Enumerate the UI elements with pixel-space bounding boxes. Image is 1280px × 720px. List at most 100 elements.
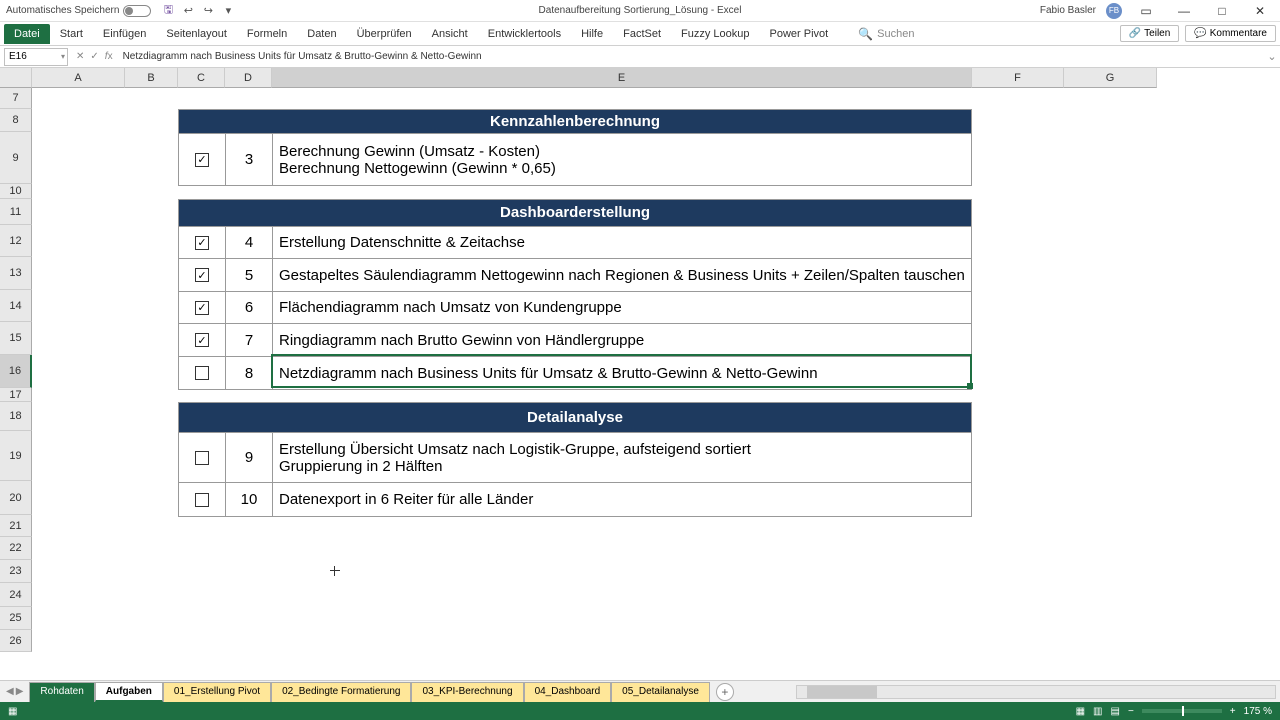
task-number: 5 (226, 259, 273, 291)
add-sheet-button[interactable]: + (716, 683, 734, 701)
ribbon-display-icon[interactable]: ▭ (1132, 2, 1160, 20)
zoom-in-icon[interactable]: + (1230, 706, 1236, 717)
task-checkbox[interactable] (195, 493, 209, 507)
tab-next-icon[interactable]: ▶ (16, 686, 24, 697)
task-checkbox[interactable] (195, 451, 209, 465)
ribbon-tab-power pivot[interactable]: Power Pivot (760, 24, 839, 44)
view-normal-icon[interactable]: ▦ (1076, 706, 1085, 717)
row-header-17[interactable]: 17 (0, 388, 32, 402)
name-box[interactable]: E16 (4, 48, 68, 66)
status-bar: ▦ ▦ ▥ ▤ − + 175 % (0, 702, 1280, 720)
task-checkbox[interactable]: ✓ (195, 268, 209, 282)
row-header-12[interactable]: 12 (0, 225, 32, 257)
row-header-20[interactable]: 20 (0, 481, 32, 515)
sheet-tab-bar: ◀▶ RohdatenAufgaben01_Erstellung Pivot02… (0, 680, 1280, 702)
status-ready-icon: ▦ (8, 706, 17, 717)
row-header-16[interactable]: 16 (0, 355, 32, 388)
zoom-level[interactable]: 175 % (1244, 706, 1272, 717)
row-header-8[interactable]: 8 (0, 109, 32, 132)
cancel-formula-icon[interactable]: ✕ (76, 51, 84, 62)
expand-formula-icon[interactable]: ⌄ (1264, 50, 1280, 63)
task-number: 8 (226, 357, 273, 389)
ribbon-tab-formeln[interactable]: Formeln (237, 24, 297, 44)
ribbon-tab-einfügen[interactable]: Einfügen (93, 24, 156, 44)
qat-dropdown-icon[interactable]: ▾ (221, 4, 235, 18)
column-header-D[interactable]: D (225, 68, 272, 88)
task-row: 10Datenexport in 6 Reiter für alle Lände… (179, 482, 971, 516)
ribbon-tab-fuzzy lookup[interactable]: Fuzzy Lookup (671, 24, 759, 44)
row-header-13[interactable]: 13 (0, 257, 32, 290)
select-all-corner[interactable] (0, 68, 32, 88)
undo-icon[interactable]: ↩ (181, 4, 195, 18)
task-checkbox[interactable]: ✓ (195, 236, 209, 250)
sheet-tab-03-kpi-berechnung[interactable]: 03_KPI-Berechnung (411, 682, 523, 702)
ribbon-tab-factset[interactable]: FactSet (613, 24, 671, 44)
sheet-tab-aufgaben[interactable]: Aufgaben (95, 682, 163, 702)
formula-input[interactable]: Netzdiagramm nach Business Units für Ums… (121, 51, 1264, 62)
row-header-26[interactable]: 26 (0, 630, 32, 652)
row-header-18[interactable]: 18 (0, 402, 32, 431)
maximize-icon[interactable]: □ (1208, 2, 1236, 20)
task-description: Flächendiagramm nach Umsatz von Kundengr… (273, 292, 971, 323)
row-header-22[interactable]: 22 (0, 537, 32, 560)
toggle-switch[interactable] (123, 5, 151, 17)
comments-button[interactable]: 💬Kommentare (1185, 25, 1276, 42)
column-header-E[interactable]: E (272, 68, 972, 88)
column-header-F[interactable]: F (972, 68, 1064, 88)
tab-prev-icon[interactable]: ◀ (6, 686, 14, 697)
save-icon[interactable]: 🖫 (161, 4, 175, 18)
column-header-C[interactable]: C (178, 68, 225, 88)
row-header-14[interactable]: 14 (0, 290, 32, 322)
task-checkbox[interactable]: ✓ (195, 333, 209, 347)
zoom-out-icon[interactable]: − (1128, 706, 1134, 717)
tab-nav[interactable]: ◀▶ (0, 686, 29, 697)
row-header-15[interactable]: 15 (0, 322, 32, 355)
worksheet[interactable]: ABCDEFG 78910111213141516171819202122232… (0, 68, 1280, 680)
avatar[interactable]: FB (1106, 3, 1122, 19)
ribbon-tab-file[interactable]: Datei (4, 24, 50, 44)
search-box[interactable]: 🔍 Suchen (858, 27, 914, 41)
sheet-tab-04-dashboard[interactable]: 04_Dashboard (524, 682, 612, 702)
ribbon-tab-hilfe[interactable]: Hilfe (571, 24, 613, 44)
column-header-A[interactable]: A (32, 68, 125, 88)
close-icon[interactable]: ✕ (1246, 2, 1274, 20)
column-header-B[interactable]: B (125, 68, 178, 88)
view-pagebreak-icon[interactable]: ▤ (1111, 706, 1120, 717)
row-header-9[interactable]: 9 (0, 132, 32, 184)
row-header-11[interactable]: 11 (0, 199, 32, 225)
task-checkbox[interactable] (195, 366, 209, 380)
sheet-tab-05-detailanalyse[interactable]: 05_Detailanalyse (611, 682, 710, 702)
ribbon-tab-überprüfen[interactable]: Überprüfen (347, 24, 422, 44)
task-number: 9 (226, 433, 273, 482)
sheet-tab-rohdaten[interactable]: Rohdaten (29, 682, 94, 702)
row-header-19[interactable]: 19 (0, 431, 32, 481)
ribbon-tab-daten[interactable]: Daten (297, 24, 346, 44)
scrollbar-thumb[interactable] (807, 686, 877, 698)
ribbon-tab-seitenlayout[interactable]: Seitenlayout (156, 24, 237, 44)
row-header-10[interactable]: 10 (0, 184, 32, 199)
user-name[interactable]: Fabio Basler (1040, 5, 1096, 16)
row-header-21[interactable]: 21 (0, 515, 32, 537)
sheet-tab-02-bedingte-formatierung[interactable]: 02_Bedingte Formatierung (271, 682, 411, 702)
horizontal-scrollbar[interactable] (796, 685, 1276, 699)
task-checkbox[interactable]: ✓ (195, 301, 209, 315)
row-header-24[interactable]: 24 (0, 583, 32, 607)
sheet-tab-01-erstellung-pivot[interactable]: 01_Erstellung Pivot (163, 682, 271, 702)
task-checkbox[interactable]: ✓ (195, 153, 209, 167)
autosave-toggle[interactable]: Automatisches Speichern (6, 5, 151, 17)
share-button[interactable]: 🔗Teilen (1120, 25, 1180, 42)
task-number: 4 (226, 227, 273, 258)
ribbon-tab-start[interactable]: Start (50, 24, 93, 44)
fx-icon[interactable]: fx (105, 51, 113, 62)
column-header-G[interactable]: G (1064, 68, 1157, 88)
row-header-25[interactable]: 25 (0, 607, 32, 630)
enter-formula-icon[interactable]: ✓ (90, 51, 98, 62)
minimize-icon[interactable]: — (1170, 2, 1198, 20)
redo-icon[interactable]: ↪ (201, 4, 215, 18)
view-pagelayout-icon[interactable]: ▥ (1093, 706, 1102, 717)
ribbon-tab-entwicklertools[interactable]: Entwicklertools (478, 24, 571, 44)
row-header-23[interactable]: 23 (0, 560, 32, 583)
row-header-7[interactable]: 7 (0, 88, 32, 109)
ribbon-tab-ansicht[interactable]: Ansicht (422, 24, 478, 44)
zoom-slider[interactable] (1142, 709, 1222, 713)
